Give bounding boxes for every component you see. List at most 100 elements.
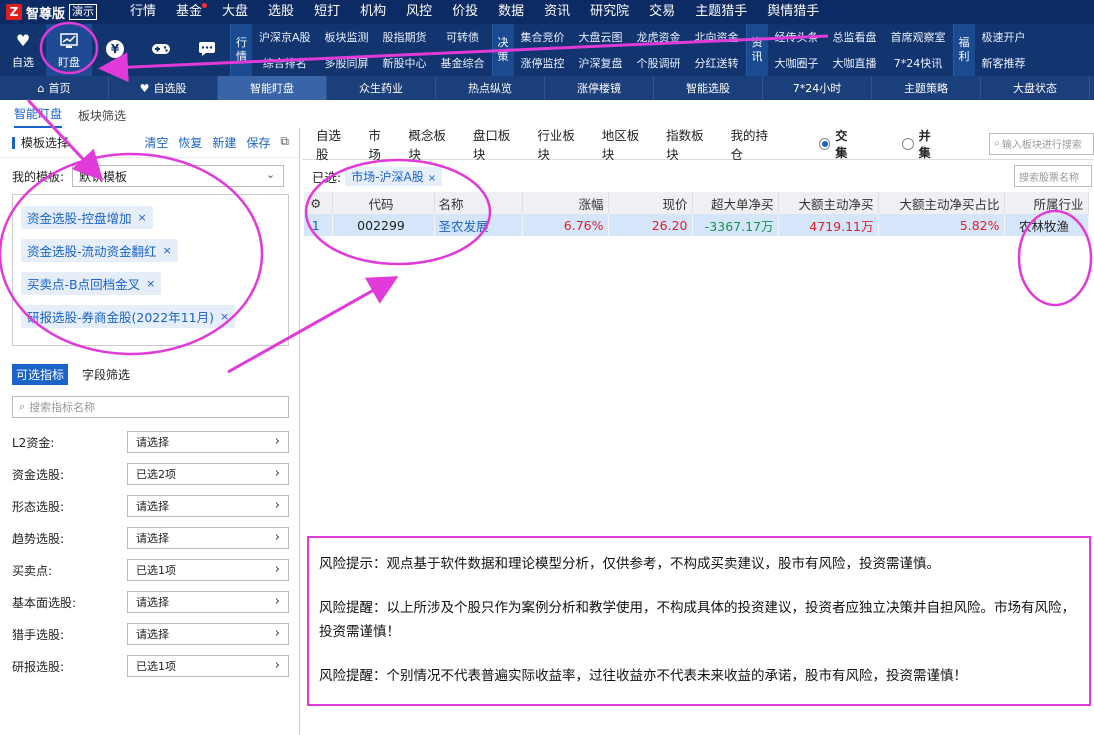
scope-tab[interactable]: 地区板块	[602, 125, 650, 163]
toolbar-link[interactable]: 集合竞价	[514, 24, 572, 50]
column-header[interactable]: 代码	[332, 192, 435, 214]
nav-tab[interactable]: 主题策略	[872, 76, 981, 100]
scope-tab[interactable]: 指数板块	[666, 125, 714, 163]
toolbar-button-game[interactable]	[138, 24, 184, 76]
radio-union[interactable]: 并集	[902, 127, 957, 161]
nav-tab[interactable]: 大盘状态	[981, 76, 1090, 100]
subtab-board-filter[interactable]: 板块筛选	[78, 107, 126, 128]
menu-item[interactable]: 研究院	[580, 0, 639, 24]
stock-search-input[interactable]: 搜索股票名称	[1014, 165, 1092, 187]
stock-name[interactable]: 圣农发展	[434, 214, 523, 236]
filter-select[interactable]: 请选择 ›	[127, 591, 289, 613]
template-select[interactable]: 默认模板 ⌄	[72, 165, 285, 187]
toolbar-link[interactable]: 大咖直播	[826, 50, 884, 76]
toolbar-link[interactable]: 首席观察室	[884, 24, 953, 50]
nav-tab[interactable]: 智能选股	[654, 76, 763, 100]
tab-available-indicators[interactable]: 可选指标	[12, 363, 69, 385]
scope-tab[interactable]: 概念板块	[409, 125, 457, 163]
remove-tag-icon[interactable]: ×	[163, 244, 172, 257]
column-header[interactable]: 大额主动净买	[778, 192, 879, 214]
scope-tab[interactable]: 行业板块	[537, 125, 585, 163]
nav-tab[interactable]: 涨停楼镜	[545, 76, 654, 100]
toolbar-link[interactable]: 沪深复盘	[572, 50, 630, 76]
toolbar-link[interactable]: 可转债	[434, 24, 492, 50]
menu-item[interactable]: 大盘	[212, 0, 258, 24]
toolbar-link[interactable]: 7*24快讯	[884, 50, 953, 76]
remove-chip-icon[interactable]: ×	[428, 173, 436, 184]
scope-tab[interactable]: 自选股	[316, 125, 352, 163]
indicator-search-input[interactable]: ⌕ 搜索指标名称	[12, 396, 289, 418]
radio-intersection[interactable]: 交集	[818, 127, 874, 161]
column-header-index[interactable]: ⚙	[304, 192, 333, 214]
toolbar-button-monitor[interactable]: 盯盘	[46, 24, 92, 76]
filter-select[interactable]: 请选择 ›	[127, 495, 289, 517]
filter-select[interactable]: 请选择 ›	[127, 431, 289, 453]
remove-tag-icon[interactable]: ×	[220, 310, 229, 323]
scope-tab[interactable]: 市场	[368, 125, 392, 163]
column-header[interactable]: 名称	[434, 192, 523, 214]
column-header[interactable]: 现价	[608, 192, 693, 214]
filter-select[interactable]: 已选2项 ›	[127, 463, 289, 485]
filter-select[interactable]: 请选择 ›	[127, 623, 289, 645]
toolbar-link[interactable]: 北向资金	[688, 24, 746, 50]
scope-tab[interactable]: 盘口板块	[473, 125, 521, 163]
remove-tag-icon[interactable]: ×	[146, 277, 155, 290]
toolbar-link[interactable]: 大咖圈子	[768, 50, 826, 76]
copy-icon[interactable]: ⧉	[280, 134, 289, 151]
toolbar-link[interactable]: 沪深京A股	[252, 24, 318, 50]
menu-item[interactable]: 基金	[166, 0, 212, 24]
menu-item[interactable]: 行情	[120, 0, 166, 24]
toolbar-link[interactable]: 经传头条	[768, 24, 826, 50]
filter-select[interactable]: 已选1项 ›	[127, 559, 289, 581]
nav-tab-smart-monitor[interactable]: 智能盯盘	[218, 76, 327, 100]
toolbar-link[interactable]: 基金综合	[434, 50, 492, 76]
toolbar-link[interactable]: 大盘云图	[572, 24, 630, 50]
remove-tag-icon[interactable]: ×	[138, 211, 147, 224]
menu-item[interactable]: 资讯	[534, 0, 580, 24]
menu-item[interactable]: 风控	[396, 0, 442, 24]
menu-item[interactable]: 舆情猎手	[757, 0, 829, 24]
new-button[interactable]: 新建	[212, 134, 236, 151]
toolbar-link[interactable]: 股指期货	[376, 24, 434, 50]
filter-select[interactable]: 请选择 ›	[127, 527, 289, 549]
save-button[interactable]: 保存	[246, 134, 270, 151]
toolbar-link[interactable]: 分红送转	[688, 50, 746, 76]
menu-item[interactable]: 选股	[258, 0, 304, 24]
nav-tab[interactable]: 热点纵览	[436, 76, 545, 100]
toolbar-button-chat[interactable]	[184, 24, 230, 76]
menu-item[interactable]: 数据	[488, 0, 534, 24]
filter-select[interactable]: 已选1项 ›	[127, 655, 289, 677]
toolbar-link[interactable]: 个股调研	[630, 50, 688, 76]
toolbar-link[interactable]: 极速开户	[975, 24, 1033, 50]
toolbar-link[interactable]: 综合排名	[252, 50, 318, 76]
menu-item[interactable]: 机构	[350, 0, 396, 24]
toolbar-link[interactable]: 总监看盘	[826, 24, 884, 50]
menu-item[interactable]: 交易	[639, 0, 685, 24]
board-search-input[interactable]: ⌕ 输入板块进行搜索	[989, 132, 1094, 155]
restore-button[interactable]: 恢复	[178, 134, 202, 151]
column-header[interactable]: 所属行业	[1004, 192, 1089, 214]
scope-tab[interactable]: 我的持仓	[731, 125, 779, 163]
toolbar-link[interactable]: 新股中心	[376, 50, 434, 76]
nav-tab-home[interactable]: ⌂ 首页	[0, 76, 109, 100]
nav-tab[interactable]: 7*24小时	[763, 76, 872, 100]
menu-item[interactable]: 价投	[442, 0, 488, 24]
toolbar-button-favorites[interactable]: ♥ 自选	[0, 24, 46, 76]
subtab-smart-monitor[interactable]: 智能盯盘	[14, 105, 63, 128]
toolbar-link[interactable]: 多股同屏	[318, 50, 376, 76]
tab-field-filter[interactable]: 字段筛选	[82, 366, 130, 383]
toolbar-link[interactable]: 新客推荐	[975, 50, 1033, 76]
nav-tab[interactable]: 众生药业	[327, 76, 436, 100]
menu-item[interactable]: 主题猎手	[685, 0, 757, 24]
nav-tab-favorites[interactable]: ♥ 自选股	[109, 76, 218, 100]
toolbar-link[interactable]: 板块监测	[318, 24, 376, 50]
toolbar-link[interactable]: 涨停监控	[514, 50, 572, 76]
clear-button[interactable]: 清空	[144, 134, 168, 151]
column-header[interactable]: 涨幅	[522, 192, 609, 214]
menu-item[interactable]: 短打	[304, 0, 350, 24]
column-header[interactable]: 大额主动净买占比	[878, 192, 1005, 214]
table-row[interactable]: 1 002299 圣农发展 6.76% 26.20 -3367.17万 4719…	[304, 214, 1089, 236]
toolbar-button-fund[interactable]: ¥	[92, 24, 138, 76]
toolbar-link[interactable]: 龙虎资金	[630, 24, 688, 50]
column-header[interactable]: 超大单净买	[692, 192, 779, 214]
